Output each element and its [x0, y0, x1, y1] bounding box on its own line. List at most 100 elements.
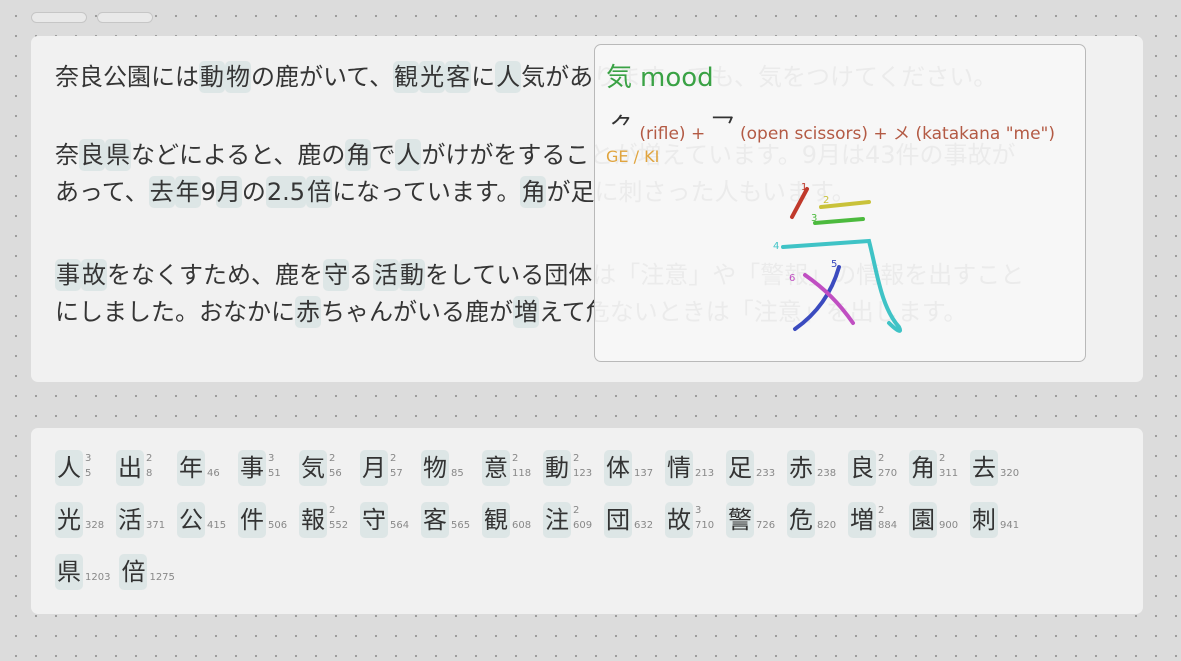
tab-2[interactable] [97, 12, 153, 23]
kanji-item[interactable]: 倍 1275 [119, 554, 175, 590]
kanji-char[interactable]: 去 [970, 450, 998, 486]
kanji-char[interactable]: 客 [421, 502, 449, 538]
kanji-item[interactable]: 注 2 609 [543, 502, 595, 538]
highlighted-kanji[interactable]: 観 [393, 61, 420, 93]
kanji-char[interactable]: 危 [787, 502, 815, 538]
kanji-char[interactable]: 情 [665, 450, 693, 486]
kanji-item[interactable]: 体 137 [604, 450, 656, 486]
kanji-char[interactable]: 月 [360, 450, 388, 486]
highlighted-kanji[interactable]: 県 [105, 139, 131, 171]
highlighted-kanji[interactable]: 活 [373, 259, 399, 291]
component-glyph-1: ⺈ [610, 113, 634, 141]
kanji-char[interactable]: 体 [604, 450, 632, 486]
highlighted-kanji[interactable]: 物 [225, 61, 251, 93]
highlighted-kanji[interactable]: 赤 [295, 296, 321, 328]
kanji-item[interactable]: 故 3 710 [665, 502, 717, 538]
kanji-item[interactable]: 件 506 [238, 502, 290, 538]
kanji-item[interactable]: 危 820 [787, 502, 839, 538]
highlighted-kanji[interactable]: 角 [520, 176, 547, 208]
kanji-item[interactable]: 出28 [116, 450, 168, 486]
highlighted-kanji[interactable]: 人 [495, 61, 522, 93]
kanji-item[interactable]: 客 565 [421, 502, 473, 538]
kanji-char[interactable]: 出 [116, 450, 144, 486]
kanji-char[interactable]: 園 [909, 502, 937, 538]
kanji-item[interactable]: 増 2 884 [848, 502, 900, 538]
highlighted-kanji[interactable]: 去 [148, 176, 175, 208]
kanji-char[interactable]: 活 [116, 502, 144, 538]
highlighted-kanji[interactable]: 動 [399, 259, 425, 291]
highlighted-kanji[interactable]: 客 [445, 61, 472, 93]
kanji-char[interactable]: 報 [299, 502, 327, 538]
kanji-item[interactable]: 足 233 [726, 450, 778, 486]
kanji-char[interactable]: 守 [360, 502, 388, 538]
kanji-item[interactable]: 動 2 123 [543, 450, 595, 486]
kanji-item[interactable]: 園 900 [909, 502, 961, 538]
kanji-item[interactable]: 良 2 270 [848, 450, 900, 486]
kanji-item[interactable]: 報 2 552 [299, 502, 351, 538]
kanji-item[interactable]: 意 2 118 [482, 450, 534, 486]
kanji-char[interactable]: 件 [238, 502, 266, 538]
kanji-char[interactable]: 警 [726, 502, 754, 538]
kanji-char[interactable]: 倍 [119, 554, 148, 590]
tab-1[interactable] [31, 12, 87, 23]
kanji-item[interactable]: 公 415 [177, 502, 229, 538]
text-segment: がいて、 [299, 63, 394, 91]
kanji-char[interactable]: 赤 [787, 450, 815, 486]
highlighted-kanji[interactable]: 増 [513, 296, 539, 328]
kanji-char[interactable]: 動 [543, 450, 571, 486]
highlighted-kanji[interactable]: 2.5 [265, 176, 307, 208]
highlighted-kanji[interactable]: 故 [81, 259, 107, 291]
kanji-item[interactable]: 警 726 [726, 502, 778, 538]
kanji-char[interactable]: 注 [543, 502, 571, 538]
kanji-item[interactable]: 角 2 311 [909, 450, 961, 486]
kanji-item[interactable]: 観 608 [482, 502, 534, 538]
kanji-char[interactable]: 意 [482, 450, 510, 486]
kanji-item[interactable]: 気 2 56 [299, 450, 351, 486]
kanji-char[interactable]: 県 [55, 554, 83, 590]
highlighted-kanji[interactable]: 良 [79, 139, 105, 171]
kanji-item[interactable]: 去 320 [970, 450, 1022, 486]
highlighted-kanji[interactable]: 光 [419, 61, 446, 93]
kanji-char[interactable]: 気 [299, 450, 327, 486]
kanji-item[interactable]: 赤 238 [787, 450, 839, 486]
kanji-popup: 気 mood ⺈ (rifle) + 乛 (open scissors) + メ … [594, 44, 1086, 362]
kanji-item[interactable]: 活 371 [116, 502, 168, 538]
kanji-item[interactable]: 物 85 [421, 450, 473, 486]
highlighted-kanji[interactable]: 守 [323, 259, 349, 291]
highlighted-kanji[interactable]: 動 [199, 61, 225, 93]
kanji-item[interactable]: 月 2 57 [360, 450, 412, 486]
kanji-item[interactable]: 県 1203 [55, 554, 110, 590]
kanji-char[interactable]: 足 [726, 450, 754, 486]
highlighted-kanji[interactable]: 倍 [306, 176, 333, 208]
kanji-item[interactable]: 光 328 [55, 502, 107, 538]
kanji-item[interactable]: 団 632 [604, 502, 656, 538]
kanji-char[interactable]: 物 [421, 450, 449, 486]
kanji-char[interactable]: 団 [604, 502, 632, 538]
kanji-char[interactable]: 刺 [970, 502, 998, 538]
highlighted-kanji[interactable]: 月 [215, 176, 242, 208]
popup-kanji: 気 [606, 63, 633, 93]
kanji-count: 2 [329, 453, 336, 464]
highlighted-kanji[interactable]: 人 [395, 139, 422, 171]
highlighted-kanji[interactable]: 事 [55, 259, 81, 291]
kanji-item[interactable]: 事 3 51 [238, 450, 290, 486]
kanji-item[interactable]: 年 46 [177, 450, 229, 486]
kanji-frequency-rank: 8 [146, 468, 153, 479]
kanji-char[interactable]: 光 [55, 502, 83, 538]
kanji-char[interactable]: 観 [482, 502, 510, 538]
kanji-item[interactable]: 刺 941 [970, 502, 1022, 538]
kanji-item[interactable]: 情 213 [665, 450, 717, 486]
kanji-char[interactable]: 人 [55, 450, 83, 486]
kanji-char[interactable]: 増 [848, 502, 876, 538]
kanji-char[interactable]: 故 [665, 502, 693, 538]
highlighted-kanji[interactable]: 年 [174, 176, 201, 208]
kanji-char[interactable]: 角 [909, 450, 937, 486]
kanji-char[interactable]: 公 [177, 502, 205, 538]
kanji-item[interactable]: 人35 [55, 450, 107, 486]
kanji-char[interactable]: 事 [238, 450, 266, 486]
kanji-frequency-rank: 56 [329, 468, 342, 479]
highlighted-kanji[interactable]: 角 [345, 139, 372, 171]
kanji-item[interactable]: 守 564 [360, 502, 412, 538]
kanji-char[interactable]: 年 [177, 450, 205, 486]
kanji-char[interactable]: 良 [848, 450, 876, 486]
